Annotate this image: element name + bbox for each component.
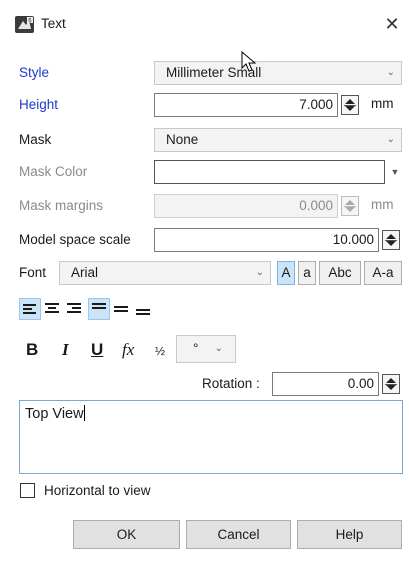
mask-color-dropdown-icon[interactable]: ▼	[388, 162, 402, 182]
align-bottom-icon[interactable]	[133, 298, 155, 320]
horizontal-to-view-checkbox[interactable]	[20, 483, 35, 498]
font-select-value: Arial	[71, 265, 99, 280]
spin-up-icon[interactable]	[386, 234, 396, 239]
italic-button[interactable]: I	[62, 340, 69, 360]
horizontal-to-view-label[interactable]: Horizontal to view	[44, 482, 151, 500]
model-space-scale-spinner[interactable]	[382, 230, 400, 250]
mask-select-value: None	[166, 132, 199, 147]
style-label: Style	[19, 65, 50, 80]
mask-margins-input[interactable]: 0.000	[154, 194, 338, 218]
case-toggle-button[interactable]: A-a	[364, 261, 402, 285]
mask-color-label: Mask Color	[19, 164, 88, 179]
help-button[interactable]: Help	[297, 520, 402, 549]
function-button[interactable]: fx	[122, 340, 134, 360]
cancel-button[interactable]: Cancel	[186, 520, 291, 549]
height-spinner[interactable]	[341, 95, 359, 115]
mask-margins-label: Mask margins	[19, 198, 104, 213]
spin-down-icon[interactable]	[345, 106, 355, 111]
close-icon[interactable]: ✕	[377, 10, 407, 38]
height-label: Height	[19, 97, 59, 112]
align-top-icon[interactable]	[88, 298, 110, 320]
align-middle-icon[interactable]	[111, 298, 133, 320]
case-upper-button[interactable]: A	[277, 261, 295, 285]
align-center-icon[interactable]	[42, 298, 64, 320]
ok-button[interactable]: OK	[73, 520, 180, 549]
spin-down-icon[interactable]	[386, 241, 396, 246]
mouse-pointer-icon	[241, 51, 257, 72]
case-lower-button[interactable]: a	[298, 261, 316, 285]
text-cursor	[83, 405, 85, 421]
mask-label: Mask	[19, 132, 52, 147]
model-space-scale-label: Model space scale	[19, 232, 131, 247]
align-right-icon[interactable]	[64, 298, 86, 320]
rotation-spinner[interactable]	[382, 374, 400, 394]
style-select[interactable]: Millimeter Small ⌄	[154, 61, 402, 85]
rotation-label: Rotation :	[202, 376, 260, 391]
spin-down-icon[interactable]	[386, 385, 396, 390]
symbol-select[interactable]: ° ⌄	[176, 335, 236, 363]
symbol-select-value: °	[193, 341, 199, 356]
spin-up-icon[interactable]	[345, 200, 355, 205]
spin-up-icon[interactable]	[345, 99, 355, 104]
height-input[interactable]: 7.000	[154, 93, 338, 117]
height-unit: mm	[371, 96, 394, 111]
bold-button[interactable]: B	[26, 340, 38, 360]
rhino-text-icon: 6	[15, 16, 34, 33]
fraction-button[interactable]: ½	[155, 344, 165, 358]
font-label: Font	[19, 265, 47, 280]
mask-margins-unit: mm	[371, 197, 394, 212]
chevron-down-icon: ⌄	[386, 134, 395, 145]
case-title-button[interactable]: Abc	[319, 261, 361, 285]
underline-button[interactable]: U	[91, 340, 103, 360]
window-title: Text	[41, 16, 66, 31]
chevron-down-icon: ⌄	[214, 343, 223, 354]
font-select[interactable]: Arial ⌄	[59, 261, 271, 285]
text-content-input[interactable]: Top View	[19, 400, 403, 474]
align-left-icon[interactable]	[19, 298, 41, 320]
chevron-down-icon: ⌄	[386, 67, 395, 78]
spin-up-icon[interactable]	[386, 378, 396, 383]
mask-margins-spinner[interactable]	[341, 196, 359, 216]
chevron-down-icon: ⌄	[255, 267, 264, 278]
title-bar: 6 Text ✕	[0, 0, 409, 48]
mask-color-swatch[interactable]	[154, 160, 385, 184]
mask-select[interactable]: None ⌄	[154, 128, 402, 152]
spin-down-icon[interactable]	[345, 207, 355, 212]
rotation-input[interactable]: 0.00	[272, 372, 379, 396]
text-content-value: Top View	[25, 406, 84, 422]
model-space-scale-input[interactable]: 10.000	[154, 228, 379, 252]
